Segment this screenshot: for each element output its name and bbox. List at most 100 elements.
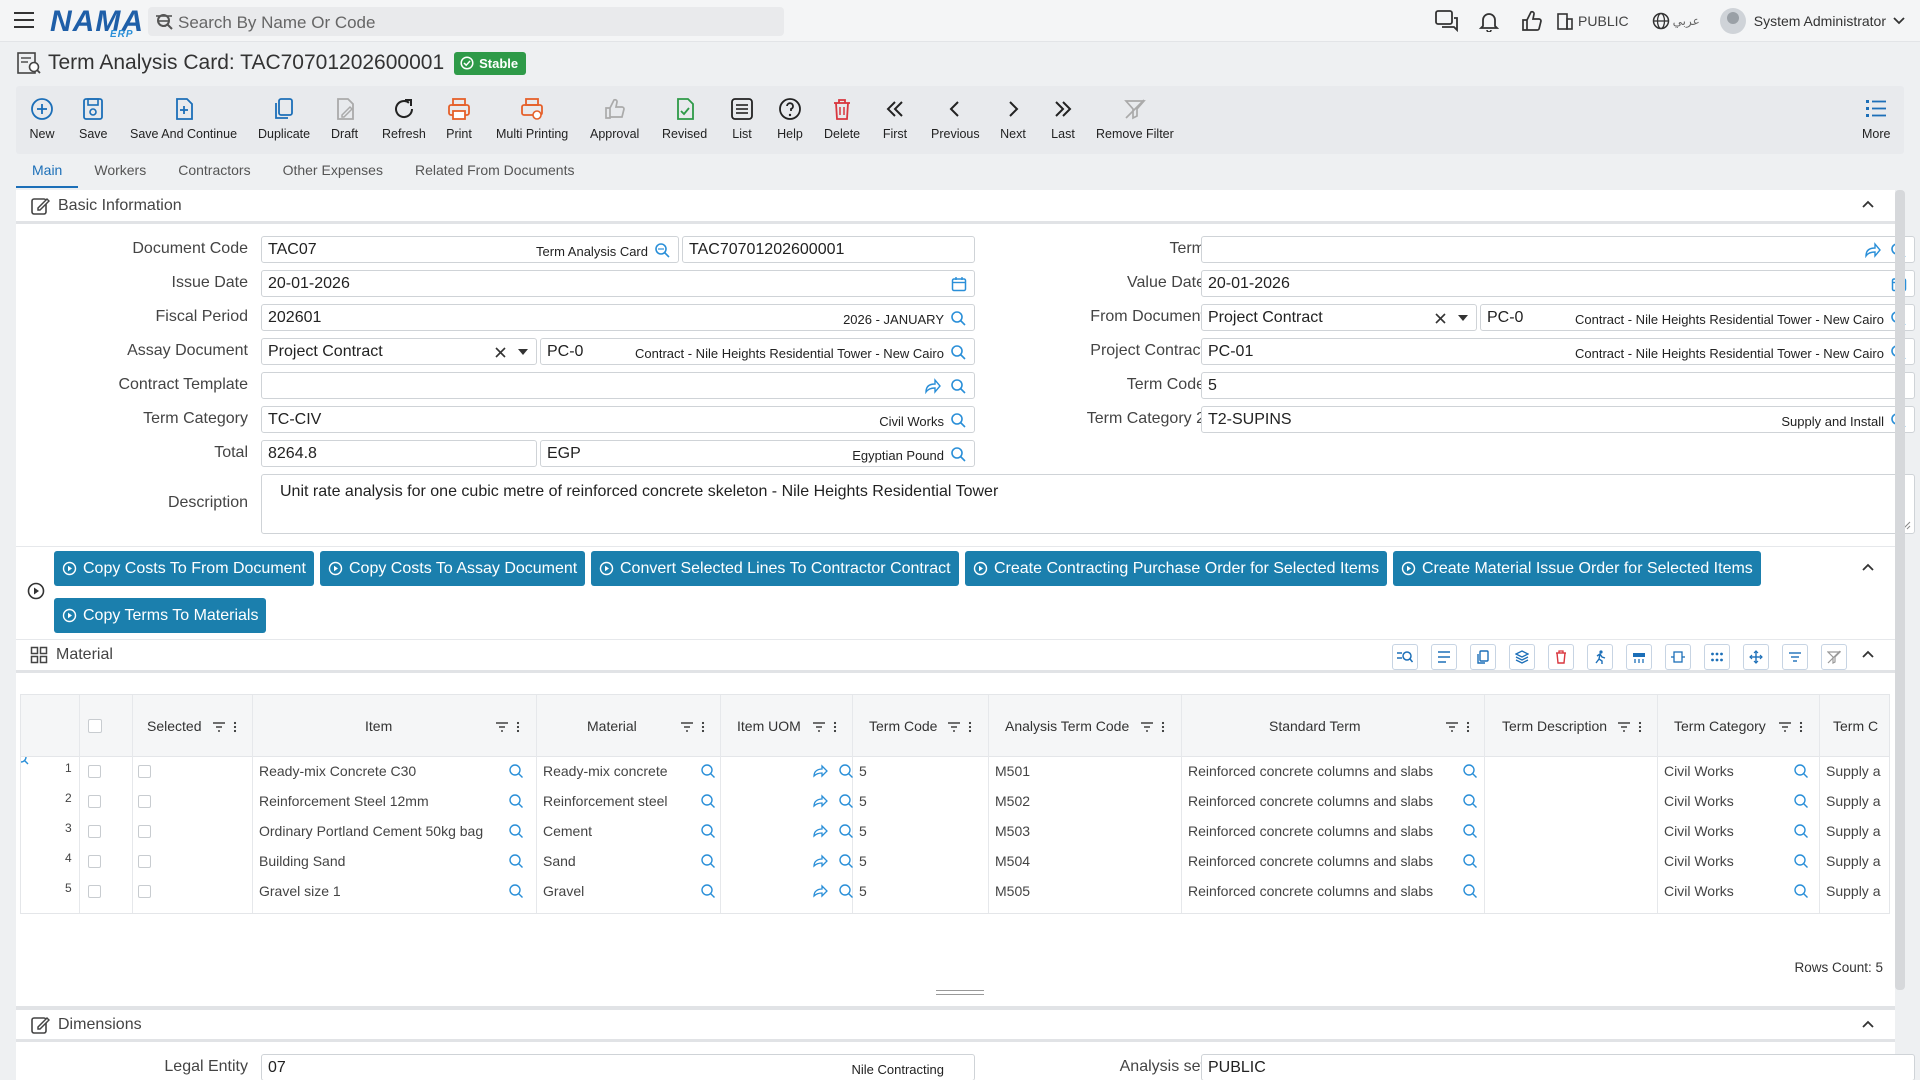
resize-grip[interactable]	[936, 990, 984, 995]
lookup-icon[interactable]	[1462, 793, 1478, 809]
building-icon[interactable]	[1552, 0, 1578, 42]
bell-icon[interactable]	[1468, 0, 1510, 42]
column-header-term-category-2[interactable]: Term C	[1833, 718, 1878, 734]
share-icon[interactable]	[812, 823, 828, 839]
draft-button[interactable]: Draft	[331, 96, 358, 141]
copy-icon[interactable]	[1470, 644, 1496, 670]
tab-other-expenses[interactable]: Other Expenses	[267, 160, 399, 188]
remove-filter-button[interactable]: Remove Filter	[1096, 96, 1174, 141]
column-filter-icon[interactable]	[813, 721, 839, 733]
column-filter-icon[interactable]	[1446, 721, 1472, 733]
lookup-icon[interactable]	[508, 883, 524, 899]
copy-costs-to-from-document-button[interactable]: Copy Costs To From Document	[54, 551, 314, 586]
analysis-set-field[interactable]: PUBLIC	[1201, 1054, 1915, 1080]
trash-icon[interactable]	[1548, 644, 1574, 670]
print-button[interactable]: Print	[446, 96, 472, 141]
column-filter-icon[interactable]	[681, 721, 707, 733]
lookup-icon[interactable]	[654, 242, 671, 259]
clear-icon[interactable]	[1435, 313, 1446, 324]
currency-field[interactable]: EGP Egyptian Pound	[540, 440, 975, 467]
column-header-item[interactable]: Item	[365, 718, 392, 734]
lookup-icon[interactable]	[1793, 793, 1809, 809]
layers-icon[interactable]	[1509, 644, 1535, 670]
global-search[interactable]: Search By Name Or Code	[148, 7, 784, 36]
contract-template-field[interactable]	[261, 372, 975, 399]
create-material-issue-order-button[interactable]: Create Material Issue Order for Selected…	[1393, 551, 1761, 586]
filter-icon[interactable]	[1782, 644, 1808, 670]
app-logo[interactable]: NAMA ERP	[50, 5, 144, 40]
lookup-icon[interactable]	[1462, 883, 1478, 899]
column-filter-icon[interactable]	[496, 721, 522, 733]
column-header-analysis-term-code[interactable]: Analysis Term Code	[1005, 718, 1129, 734]
dots-grid-icon[interactable]	[1704, 644, 1730, 670]
avatar[interactable]	[1719, 8, 1746, 34]
lookup-icon[interactable]	[1793, 883, 1809, 899]
lookup-icon[interactable]	[700, 763, 716, 779]
lookup-icon[interactable]	[700, 883, 716, 899]
share-icon[interactable]	[924, 378, 941, 394]
thumbs-up-icon[interactable]	[1510, 0, 1552, 42]
run-icon[interactable]	[1587, 644, 1613, 670]
column-header-standard-term[interactable]: Standard Term	[1269, 718, 1361, 734]
refresh-button[interactable]: Refresh	[382, 96, 426, 141]
assay-document-type-select[interactable]: Project Contract	[261, 338, 537, 365]
chevron-down-icon[interactable]	[1892, 16, 1906, 26]
column-filter-icon[interactable]	[1141, 721, 1167, 733]
chat-icon[interactable]	[1426, 0, 1468, 42]
create-contracting-po-button[interactable]: Create Contracting Purchase Order for Se…	[965, 551, 1388, 586]
org-label[interactable]: PUBLIC	[1578, 13, 1629, 29]
lookup-icon[interactable]	[508, 763, 524, 779]
lookup-icon[interactable]	[950, 378, 967, 395]
chevron-up-icon[interactable]	[1861, 562, 1875, 572]
save-and-continue-button[interactable]: Save And Continue	[130, 96, 237, 141]
document-code-field[interactable]: TAC07 Term Analysis Card	[261, 236, 679, 263]
clear-icon[interactable]	[495, 347, 506, 358]
from-document-field[interactable]: PC-0 Contract - Nile Heights Residential…	[1480, 304, 1915, 331]
move-icon[interactable]	[1743, 644, 1769, 670]
more-button[interactable]: More	[1862, 96, 1890, 141]
language-label[interactable]: عربي	[1673, 14, 1700, 28]
document-number-field[interactable]: TAC70701202600001	[682, 236, 975, 263]
lookup-icon[interactable]	[838, 823, 854, 839]
table-insert-icon[interactable]	[1626, 644, 1652, 670]
convert-selected-lines-button[interactable]: Convert Selected Lines To Contractor Con…	[591, 551, 959, 586]
basic-information-header[interactable]: Basic Information	[16, 190, 1895, 224]
lookup-icon[interactable]	[950, 446, 967, 463]
material-header[interactable]: Material	[16, 639, 1895, 673]
from-document-type-select[interactable]: Project Contract	[1201, 304, 1477, 331]
assay-document-field[interactable]: PC-0 Contract - Nile Heights Residential…	[540, 338, 975, 365]
lookup-icon[interactable]	[1793, 853, 1809, 869]
column-filter-icon[interactable]	[948, 721, 974, 733]
lookup-icon[interactable]	[838, 763, 854, 779]
share-icon[interactable]	[812, 853, 828, 869]
grid-search-icon[interactable]	[1392, 644, 1418, 670]
copy-terms-to-materials-button[interactable]: Copy Terms To Materials	[54, 598, 267, 633]
menu-icon[interactable]	[14, 12, 34, 30]
dropdown-arrow-icon[interactable]	[1458, 315, 1468, 322]
term-category-field[interactable]: TC-CIV Civil Works	[261, 406, 975, 433]
next-button[interactable]: Next	[1000, 96, 1026, 141]
share-icon[interactable]	[812, 763, 828, 779]
lookup-icon[interactable]	[508, 823, 524, 839]
lookup-icon[interactable]	[508, 853, 524, 869]
multi-printing-button[interactable]: Multi Printing	[496, 96, 568, 141]
share-icon[interactable]	[1864, 242, 1881, 258]
search-filter-icon[interactable]	[156, 14, 172, 28]
term-field[interactable]	[1201, 236, 1915, 263]
lookup-icon[interactable]	[700, 793, 716, 809]
project-contract-field[interactable]: PC-01 Contract - Nile Heights Residentia…	[1201, 338, 1915, 365]
column-header-term-description[interactable]: Term Description	[1502, 718, 1607, 734]
column-header-term-code[interactable]: Term Code	[869, 718, 937, 734]
column-header-selected[interactable]: Selected	[147, 718, 201, 734]
user-name[interactable]: System Administrator	[1754, 13, 1886, 29]
chevron-up-icon[interactable]	[1861, 1019, 1875, 1029]
lookup-icon[interactable]	[950, 310, 967, 327]
tab-related-from-documents[interactable]: Related From Documents	[399, 160, 591, 188]
lookup-icon[interactable]	[838, 883, 854, 899]
page-scrollbar[interactable]	[1895, 190, 1905, 990]
dropdown-arrow-icon[interactable]	[518, 349, 528, 356]
share-icon[interactable]	[812, 793, 828, 809]
revised-button[interactable]: Revised	[662, 96, 707, 141]
lookup-icon[interactable]	[1462, 853, 1478, 869]
select-all-checkbox[interactable]	[88, 719, 102, 733]
